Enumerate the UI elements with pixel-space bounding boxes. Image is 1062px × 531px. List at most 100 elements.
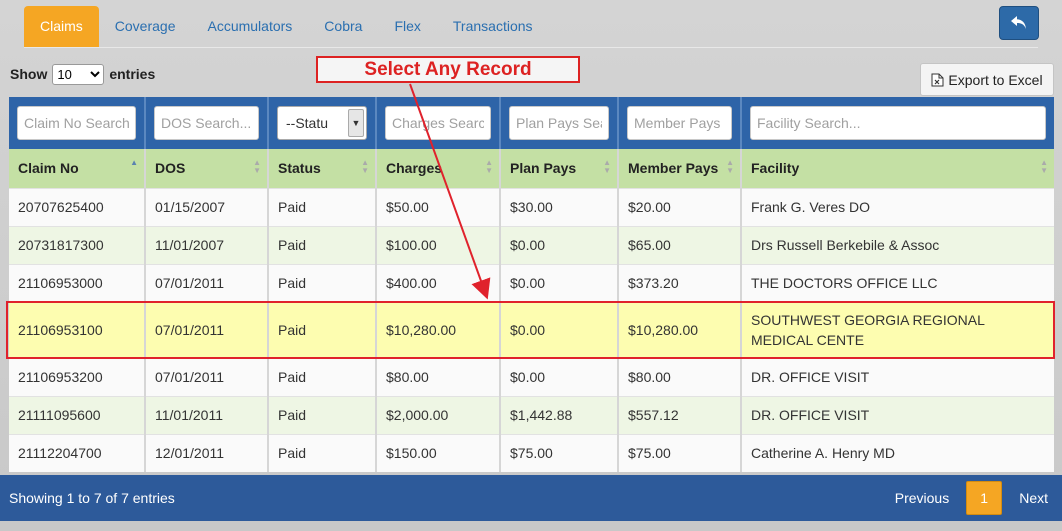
table-row[interactable]: 21106953000 07/01/2011 Paid $400.00 $0.0…	[9, 263, 1054, 302]
cell-plan-pays: $0.00	[500, 225, 619, 264]
table-footer: Showing 1 to 7 of 7 entries Previous 1 N…	[0, 475, 1062, 521]
cell-dos: 07/01/2011	[145, 263, 269, 302]
tab-coverage[interactable]: Coverage	[99, 6, 192, 48]
cell-status: Paid	[268, 395, 377, 434]
cell-facility: THE DOCTORS OFFICE LLC	[741, 263, 1054, 302]
cell-status: Paid	[268, 263, 377, 302]
table-row[interactable]: 21111095600 11/01/2011 Paid $2,000.00 $1…	[9, 395, 1054, 434]
tab-bar: Claims Coverage Accumulators Cobra Flex …	[24, 6, 549, 48]
plan-pays-search-input[interactable]	[509, 106, 609, 140]
cell-charges: $400.00	[376, 263, 501, 302]
cell-status: Paid	[268, 301, 377, 358]
cell-facility: DR. OFFICE VISIT	[741, 357, 1054, 396]
cell-status: Paid	[268, 433, 377, 472]
cell-plan-pays: $0.00	[500, 357, 619, 396]
column-header-facility[interactable]: Facility ▲ ▼	[741, 149, 1054, 188]
cell-dos: 12/01/2011	[145, 433, 269, 472]
column-header-status[interactable]: Status ▲ ▼	[268, 149, 377, 188]
column-header-dos[interactable]: DOS ▲ ▼	[145, 149, 269, 188]
cell-status: Paid	[268, 357, 377, 396]
table-row[interactable]: 20707625400 01/15/2007 Paid $50.00 $30.0…	[9, 187, 1054, 226]
filter-cell: --Statu ▼	[268, 97, 377, 149]
cell-claim-no: 20707625400	[9, 187, 146, 226]
cell-claim-no: 21106953100	[9, 301, 146, 358]
cell-member-pays: $20.00	[618, 187, 742, 226]
column-header-label: Charges	[386, 160, 443, 177]
page-1-button[interactable]: 1	[966, 481, 1003, 515]
claim-no-search-input[interactable]	[17, 106, 136, 140]
column-header-claim-no[interactable]: Claim No ▲	[9, 149, 146, 188]
cell-facility: Catherine A. Henry MD	[741, 433, 1054, 472]
tab-accumulators[interactable]: Accumulators	[191, 6, 308, 48]
entries-label: entries	[109, 66, 156, 82]
claims-table: --Statu ▼ Claim No ▲ DOS ▲▼ Status ▲▼ Charg…	[9, 97, 1054, 472]
chevron-down-icon: ▼	[348, 109, 364, 137]
sort-icon: ▲ ▼	[1040, 158, 1048, 175]
back-button[interactable]	[999, 6, 1039, 40]
cell-member-pays: $65.00	[618, 225, 742, 264]
cell-charges: $2,000.00	[376, 395, 501, 434]
table-row[interactable]: 20731817300 11/01/2007 Paid $100.00 $0.0…	[9, 225, 1054, 264]
cell-plan-pays: $75.00	[500, 433, 619, 472]
column-header-label: Status	[278, 160, 321, 177]
previous-page-button[interactable]: Previous	[895, 490, 949, 506]
table-row[interactable]: 21106953200 07/01/2011 Paid $80.00 $0.00…	[9, 357, 1054, 396]
dos-search-input[interactable]	[154, 106, 259, 140]
cell-dos: 11/01/2011	[145, 395, 269, 434]
cell-facility: SOUTHWEST GEORGIA REGIONAL MEDICAL CENTE	[741, 301, 1054, 358]
charges-search-input[interactable]	[385, 106, 491, 140]
tab-divider	[24, 47, 1038, 48]
status-filter-select[interactable]: --Statu ▼	[277, 106, 367, 140]
filter-cell	[500, 97, 619, 149]
entries-info: Showing 1 to 7 of 7 entries	[9, 490, 175, 506]
export-label: Export to Excel	[948, 71, 1043, 88]
filter-cell	[9, 97, 146, 149]
tab-claims[interactable]: Claims	[24, 6, 99, 48]
undo-arrow-icon	[1011, 16, 1026, 29]
column-header-label: Member Pays	[628, 160, 719, 177]
column-header-plan-pays[interactable]: Plan Pays ▲ ▼	[500, 149, 619, 188]
sort-icon: ▲ ▼	[361, 158, 369, 175]
select-record-callout: Select Any Record	[316, 56, 580, 83]
column-header-label: Facility	[751, 160, 800, 177]
facility-search-input[interactable]	[750, 106, 1046, 140]
cell-dos: 07/01/2011	[145, 301, 269, 358]
cell-charges: $10,280.00	[376, 301, 501, 358]
filter-row: --Statu ▼	[9, 97, 1054, 149]
sort-icon: ▲ ▼	[485, 158, 493, 175]
status-filter-value: --Statu	[286, 115, 329, 131]
filter-cell	[376, 97, 501, 149]
next-page-button[interactable]: Next	[1019, 490, 1048, 506]
cell-facility: DR. OFFICE VISIT	[741, 395, 1054, 434]
tab-flex[interactable]: Flex	[378, 6, 436, 48]
tab-transactions[interactable]: Transactions	[437, 6, 549, 48]
column-header-label: Claim No	[18, 160, 79, 177]
filter-cell	[618, 97, 742, 149]
page-size-select[interactable]: 10	[52, 63, 105, 85]
cell-status: Paid	[268, 187, 377, 226]
column-header-label: Plan Pays	[510, 160, 577, 177]
cell-member-pays: $80.00	[618, 357, 742, 396]
cell-plan-pays: $0.00	[500, 301, 619, 358]
member-pays-search-input[interactable]	[627, 106, 732, 140]
filter-cell	[741, 97, 1054, 149]
excel-file-icon	[931, 73, 944, 86]
show-label: Show	[10, 66, 48, 82]
cell-plan-pays: $0.00	[500, 263, 619, 302]
cell-dos: 11/01/2007	[145, 225, 269, 264]
filter-cell	[145, 97, 269, 149]
column-header-member-pays[interactable]: Member Pays ▲ ▼	[618, 149, 742, 188]
cell-charges: $80.00	[376, 357, 501, 396]
column-header-charges[interactable]: Charges ▲ ▼	[376, 149, 501, 188]
cell-facility: Drs Russell Berkebile & Assoc	[741, 225, 1054, 264]
cell-plan-pays: $30.00	[500, 187, 619, 226]
cell-dos: 01/15/2007	[145, 187, 269, 226]
export-excel-button[interactable]: Export to Excel	[920, 63, 1054, 96]
pagination: Previous 1 Next	[895, 481, 1048, 515]
table-row[interactable]: 21112204700 12/01/2011 Paid $150.00 $75.…	[9, 433, 1054, 472]
cell-charges: $150.00	[376, 433, 501, 472]
tab-cobra[interactable]: Cobra	[308, 6, 378, 48]
cell-status: Paid	[268, 225, 377, 264]
table-row-selected[interactable]: 21106953100 07/01/2011 Paid $10,280.00 $…	[9, 301, 1054, 358]
cell-plan-pays: $1,442.88	[500, 395, 619, 434]
